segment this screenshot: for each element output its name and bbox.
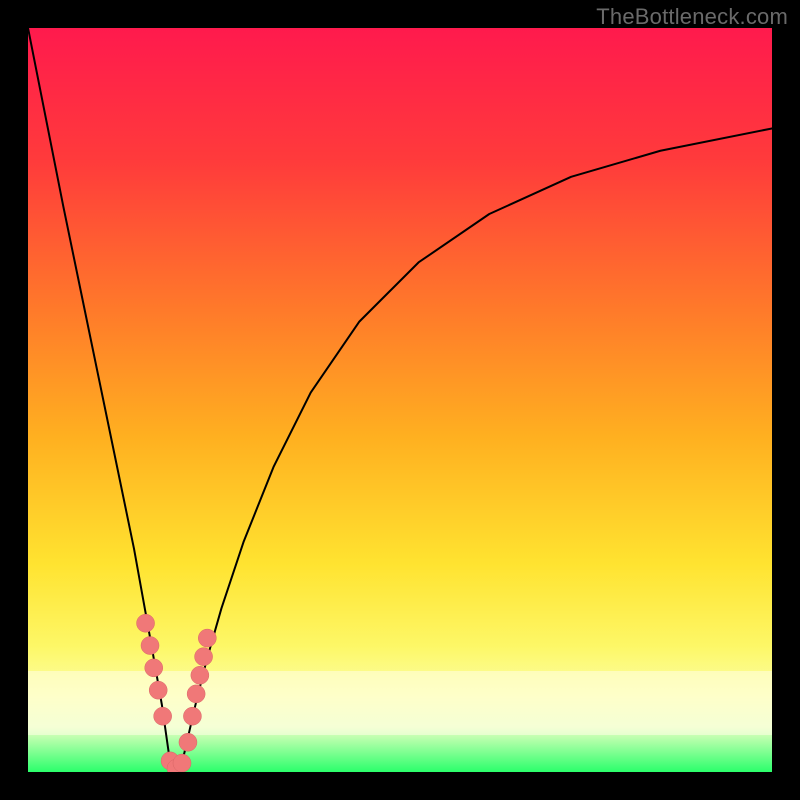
bottleneck-curve: [28, 28, 772, 772]
marker-dot: [154, 707, 172, 725]
marker-dot: [173, 754, 191, 772]
watermark-text: TheBottleneck.com: [596, 4, 788, 30]
marker-dot: [141, 637, 159, 655]
marker-dot: [183, 707, 201, 725]
marker-dot: [137, 614, 155, 632]
marker-dot: [179, 733, 197, 751]
outer-frame: TheBottleneck.com: [0, 0, 800, 800]
marker-dot: [198, 629, 216, 647]
marker-dot: [167, 759, 185, 772]
marker-dot: [187, 685, 205, 703]
pale-band: [28, 671, 772, 735]
marker-dot: [195, 648, 213, 666]
marker-dot: [149, 681, 167, 699]
marker-dot: [191, 666, 209, 684]
chart-svg: [28, 28, 772, 772]
marker-dot: [145, 659, 163, 677]
plot-area: [28, 28, 772, 772]
marker-dot: [161, 752, 179, 770]
